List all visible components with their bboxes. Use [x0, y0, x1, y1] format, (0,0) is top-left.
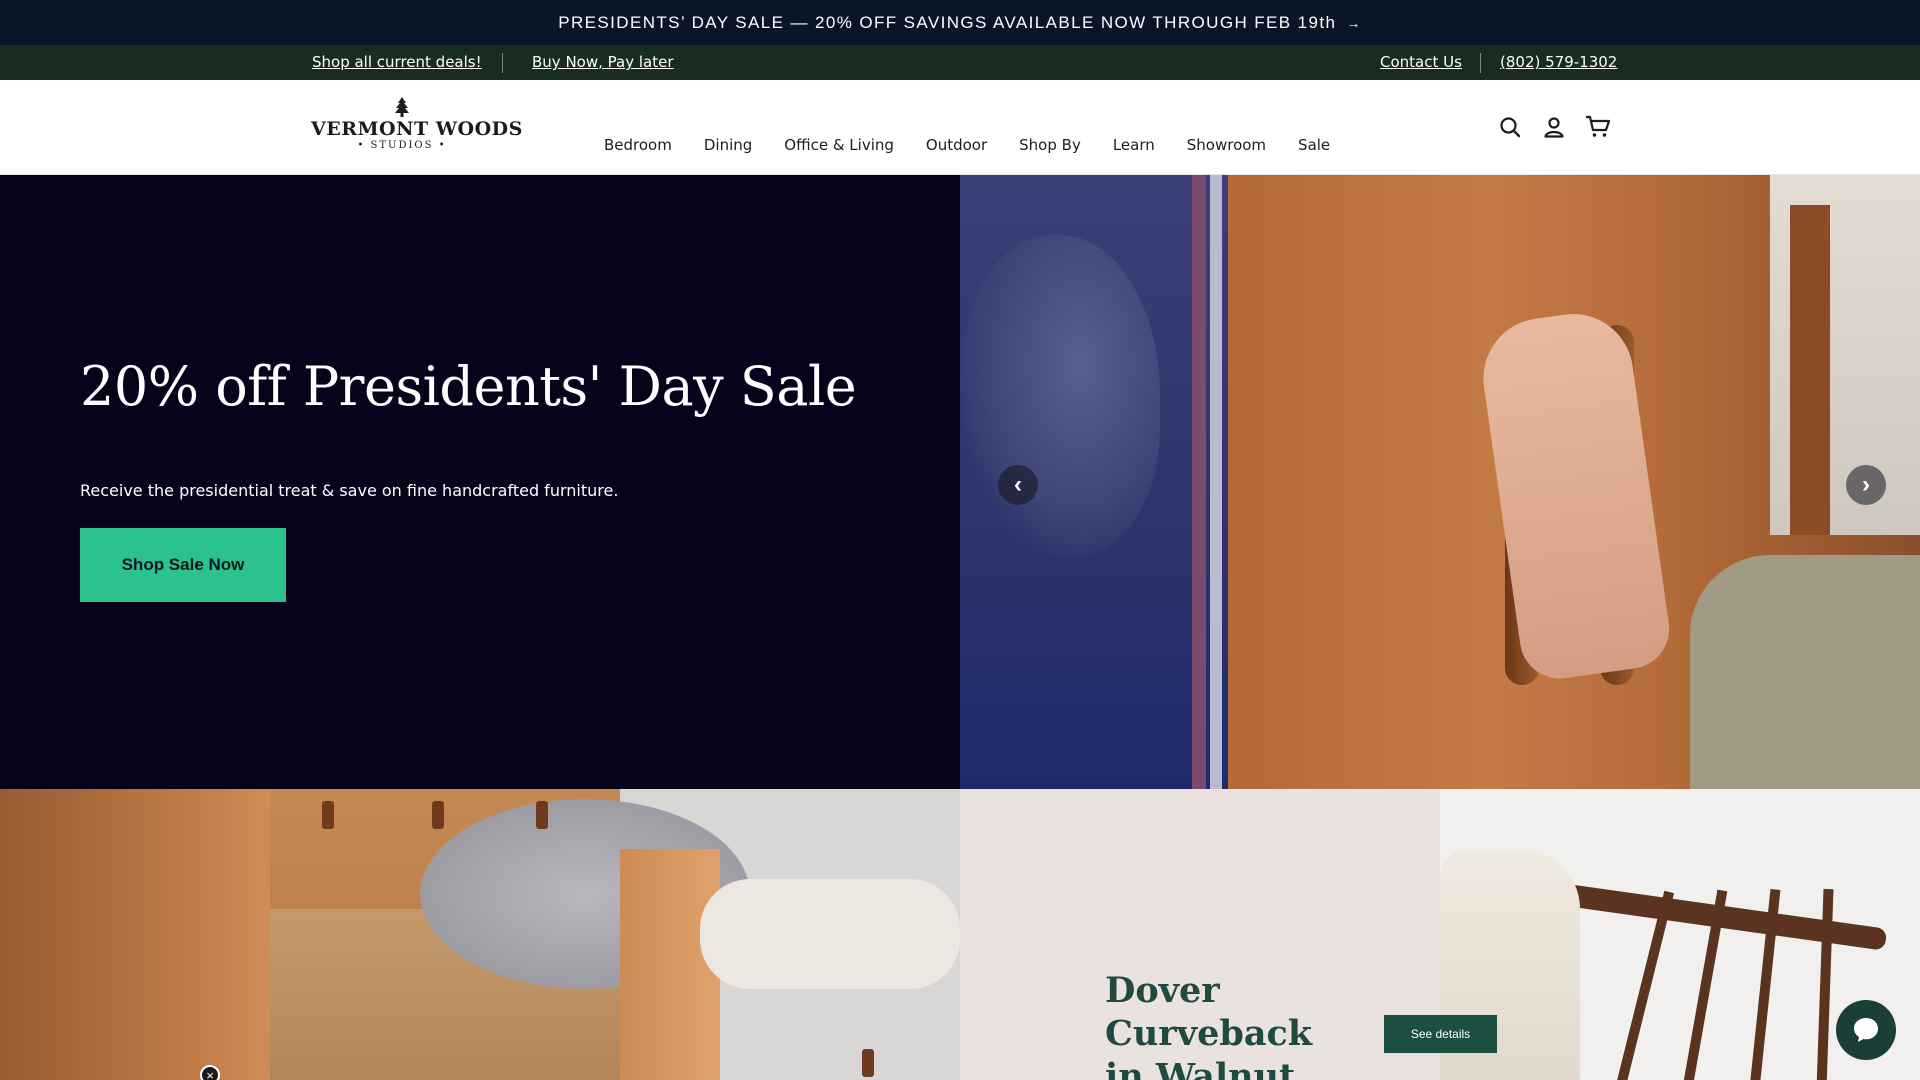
phone-link[interactable]: (802) 579-1302	[1500, 53, 1617, 71]
close-icon[interactable]: ×	[200, 1065, 220, 1080]
nav-item-sale[interactable]: Sale	[1298, 136, 1330, 154]
monument-face	[960, 235, 1160, 555]
nav-item-outdoor[interactable]: Outdoor	[926, 136, 987, 154]
account-icon[interactable]	[1540, 113, 1568, 141]
nav-item-office-living[interactable]: Office & Living	[784, 136, 894, 154]
shop-sale-now-button[interactable]: Shop Sale Now	[80, 528, 286, 602]
divider	[1480, 53, 1481, 73]
cart-icon[interactable]	[1584, 113, 1612, 141]
featured-section: × Dover Curveback in Walnut See details	[0, 789, 1920, 1080]
carousel-next-button[interactable]: ›	[1846, 465, 1886, 505]
chair-post	[1790, 205, 1830, 535]
announcement-text: PRESIDENTS’ DAY SALE — 20% OFF SAVINGS A…	[558, 12, 1337, 32]
nav-item-showroom[interactable]: Showroom	[1187, 136, 1266, 154]
nav-item-dining[interactable]: Dining	[704, 136, 752, 154]
divider	[502, 53, 503, 73]
logo[interactable]: VERMONT WOODS • STUDIOS •	[311, 96, 523, 162]
arm-sleeve	[700, 879, 960, 989]
main-nav: Bedroom Dining Office & Living Outdoor S…	[604, 136, 1362, 154]
site-header: VERMONT WOODS • STUDIOS • Bedroom Dining…	[0, 80, 1920, 175]
header-icons	[1496, 113, 1628, 141]
tree-logo-icon	[395, 97, 409, 117]
flag-stripe	[1192, 175, 1206, 789]
chair-spindle	[1816, 888, 1834, 1080]
logo-name: VERMONT WOODS	[311, 118, 523, 140]
logo-subtitle: • STUDIOS •	[357, 140, 447, 151]
drawer-front	[620, 849, 720, 1080]
see-details-button[interactable]: See details	[1384, 1015, 1497, 1053]
announcement-bar[interactable]: PRESIDENTS’ DAY SALE — 20% OFF SAVINGS A…	[0, 0, 1920, 45]
hero-text-panel: 20% off Presidents' Day Sale Receive the…	[0, 175, 960, 789]
contact-us-link[interactable]: Contact Us	[1380, 53, 1462, 71]
hero-banner: 20% off Presidents' Day Sale Receive the…	[0, 175, 1920, 789]
cabinet-side	[0, 789, 270, 1080]
shop-deals-link[interactable]: Shop all current deals!	[312, 53, 482, 71]
arrow-right-icon: →	[1346, 14, 1362, 31]
dresser-drawer-image[interactable]	[0, 789, 960, 1080]
nav-item-learn[interactable]: Learn	[1113, 136, 1155, 154]
drawer-handle	[432, 801, 444, 829]
sweater-sleeve	[1690, 555, 1920, 789]
promo-title: Dover Curveback in Walnut	[1105, 970, 1313, 1080]
chair-spindle	[1615, 890, 1675, 1080]
chat-button[interactable]	[1836, 1000, 1896, 1060]
carousel-prev-button[interactable]: ‹	[998, 465, 1038, 505]
product-promo-card: Dover Curveback in Walnut	[960, 789, 1440, 1080]
drawer-handle	[322, 801, 334, 829]
search-icon[interactable]	[1496, 113, 1524, 141]
buy-now-pay-later-link[interactable]: Buy Now, Pay later	[532, 53, 674, 71]
hero-image: ‹ ›	[960, 175, 1920, 789]
nav-item-bedroom[interactable]: Bedroom	[604, 136, 672, 154]
nav-item-shop-by[interactable]: Shop By	[1019, 136, 1081, 154]
chat-bubble-icon	[1854, 1018, 1878, 1042]
hero-title: 20% off Presidents' Day Sale	[80, 355, 857, 418]
utility-bar: Shop all current deals! Buy Now, Pay lat…	[0, 45, 1920, 80]
drawer-handle	[862, 1049, 874, 1077]
drawer-handle	[536, 801, 548, 829]
flag-stripe	[1210, 175, 1222, 789]
hero-description: Receive the presidential treat & save on…	[80, 481, 619, 500]
